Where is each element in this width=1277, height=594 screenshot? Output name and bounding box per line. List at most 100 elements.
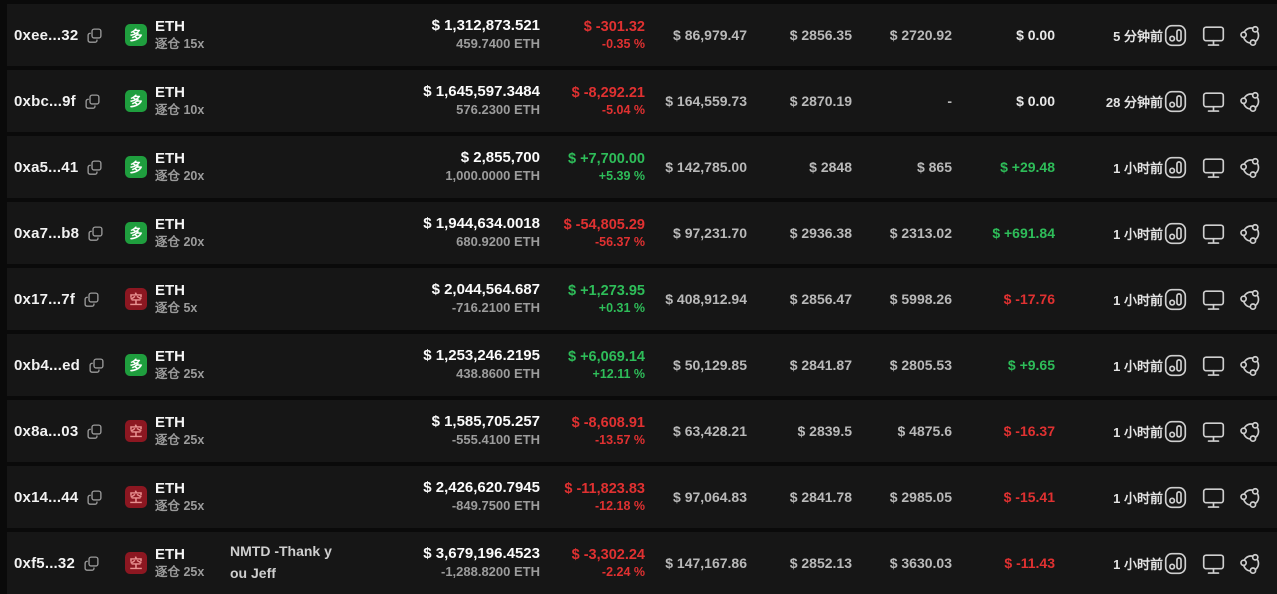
funding-value: $ +9.65	[1007, 357, 1055, 373]
row-actions	[1163, 419, 1277, 444]
copy-icon[interactable]	[86, 159, 103, 176]
position-size: 1,000.0000 ETH	[445, 167, 540, 183]
share-icon[interactable]	[1239, 89, 1264, 114]
share-icon[interactable]	[1239, 155, 1264, 180]
row-actions	[1163, 155, 1277, 180]
open-time: 1 小时前	[1113, 160, 1163, 176]
address-cell: 0x17...7f	[7, 291, 125, 308]
liq-price: $ 2805.53	[889, 357, 952, 373]
coin-symbol: ETH	[155, 545, 185, 563]
table-row: 0xa7...b8 多 ETH 逐仓 20x $ 1,944,634.0018 …	[7, 202, 1277, 264]
margin-value: $ 50,129.85	[673, 357, 747, 373]
liq-price: $ 5998.26	[889, 291, 952, 307]
chart-icon[interactable]	[1163, 551, 1188, 576]
wallet-address[interactable]: 0xee...32	[14, 27, 78, 44]
monitor-icon[interactable]	[1201, 23, 1226, 48]
position-size: 576.2300 ETH	[456, 101, 540, 117]
copy-icon[interactable]	[83, 291, 100, 308]
share-icon[interactable]	[1239, 23, 1264, 48]
monitor-icon[interactable]	[1201, 89, 1226, 114]
pnl-cell: $ -3,302.24 -2.24 %	[540, 546, 645, 581]
share-icon[interactable]	[1239, 353, 1264, 378]
monitor-icon[interactable]	[1201, 485, 1226, 510]
pnl-cell: $ -8,292.21 -5.04 %	[540, 84, 645, 119]
wallet-address[interactable]: 0x14...44	[14, 489, 78, 506]
coin-cell: 空 ETH 逐仓 25x	[125, 546, 230, 580]
wallet-address[interactable]: 0x8a...03	[14, 423, 78, 440]
wallet-address[interactable]: 0x17...7f	[14, 291, 75, 308]
margin-mode: 逐仓 20x	[155, 168, 205, 183]
share-icon[interactable]	[1239, 551, 1264, 576]
chart-icon[interactable]	[1163, 353, 1188, 378]
position-value-usd: $ 2,426,620.7945	[423, 479, 540, 497]
position-value-usd: $ 1,944,634.0018	[423, 215, 540, 233]
open-time: 1 小时前	[1113, 424, 1163, 440]
monitor-icon[interactable]	[1201, 551, 1226, 576]
coin-cell: 多 ETH 逐仓 20x	[125, 150, 230, 184]
coin-symbol: ETH	[155, 17, 185, 35]
wallet-address[interactable]: 0xf5...32	[14, 555, 75, 572]
table-row: 0xee...32 多 ETH 逐仓 15x $ 1,312,873.521 4…	[7, 4, 1277, 66]
chart-icon[interactable]	[1163, 221, 1188, 246]
margin-mode: 逐仓 5x	[155, 300, 198, 315]
monitor-icon[interactable]	[1201, 353, 1226, 378]
note: NMTD -Thank you Jeff	[230, 543, 332, 581]
chart-icon[interactable]	[1163, 287, 1188, 312]
positions-table: 0xee...32 多 ETH 逐仓 15x $ 1,312,873.521 4…	[0, 0, 1277, 594]
copy-icon[interactable]	[86, 423, 103, 440]
pnl-cell: $ +1,273.95 +0.31 %	[540, 282, 645, 317]
coin-cell: 多 ETH 逐仓 15x	[125, 18, 230, 52]
margin-mode: 逐仓 20x	[155, 234, 205, 249]
margin-value: $ 147,167.86	[665, 555, 747, 571]
share-icon[interactable]	[1239, 287, 1264, 312]
liq-price: $ 4875.6	[897, 423, 953, 439]
pnl-amount: $ +6,069.14	[567, 348, 645, 365]
copy-icon[interactable]	[84, 93, 101, 110]
chart-icon[interactable]	[1163, 155, 1188, 180]
copy-icon[interactable]	[88, 357, 105, 374]
copy-icon[interactable]	[86, 27, 103, 44]
share-icon[interactable]	[1239, 419, 1264, 444]
margin-mode: 逐仓 25x	[155, 432, 205, 447]
copy-icon[interactable]	[87, 225, 104, 242]
pnl-amount: $ -301.32	[583, 18, 645, 35]
copy-icon[interactable]	[83, 555, 100, 572]
pnl-percent: +0.31 %	[598, 300, 645, 315]
pnl-cell: $ -301.32 -0.35 %	[540, 18, 645, 53]
coin-symbol: ETH	[155, 347, 185, 365]
address-cell: 0xa5...41	[7, 159, 125, 176]
chart-icon[interactable]	[1163, 419, 1188, 444]
coin-cell: 多 ETH 逐仓 10x	[125, 84, 230, 118]
pnl-amount: $ -8,608.91	[571, 414, 645, 431]
margin-mode: 逐仓 25x	[155, 564, 205, 579]
direction-badge: 空	[125, 552, 147, 574]
wallet-address[interactable]: 0xa5...41	[14, 159, 78, 176]
share-icon[interactable]	[1239, 221, 1264, 246]
liq-price: $ 865	[916, 159, 952, 175]
pnl-cell: $ -54,805.29 -56.37 %	[540, 216, 645, 251]
direction-badge: 多	[125, 24, 147, 46]
chart-icon[interactable]	[1163, 23, 1188, 48]
monitor-icon[interactable]	[1201, 155, 1226, 180]
open-time: 1 小时前	[1113, 556, 1163, 572]
wallet-address[interactable]: 0xb4...ed	[14, 357, 80, 374]
funding-value: $ -11.43	[1004, 555, 1055, 571]
position-size: -716.2100 ETH	[451, 299, 540, 315]
funding-value: $ 0.00	[1016, 27, 1055, 43]
monitor-icon[interactable]	[1201, 221, 1226, 246]
chart-icon[interactable]	[1163, 485, 1188, 510]
position-value-usd: $ 1,585,705.257	[431, 413, 540, 431]
pnl-percent: -12.18 %	[594, 498, 645, 513]
chart-icon[interactable]	[1163, 89, 1188, 114]
wallet-address[interactable]: 0xa7...b8	[14, 225, 79, 242]
wallet-address[interactable]: 0xbc...9f	[14, 93, 76, 110]
monitor-icon[interactable]	[1201, 419, 1226, 444]
monitor-icon[interactable]	[1201, 287, 1226, 312]
copy-icon[interactable]	[86, 489, 103, 506]
funding-value: $ -16.37	[1003, 423, 1055, 439]
pnl-amount: $ -3,302.24	[571, 546, 645, 563]
position-size: -849.7500 ETH	[451, 497, 540, 513]
coin-cell: 空 ETH 逐仓 5x	[125, 282, 230, 316]
direction-badge: 多	[125, 354, 147, 376]
share-icon[interactable]	[1239, 485, 1264, 510]
